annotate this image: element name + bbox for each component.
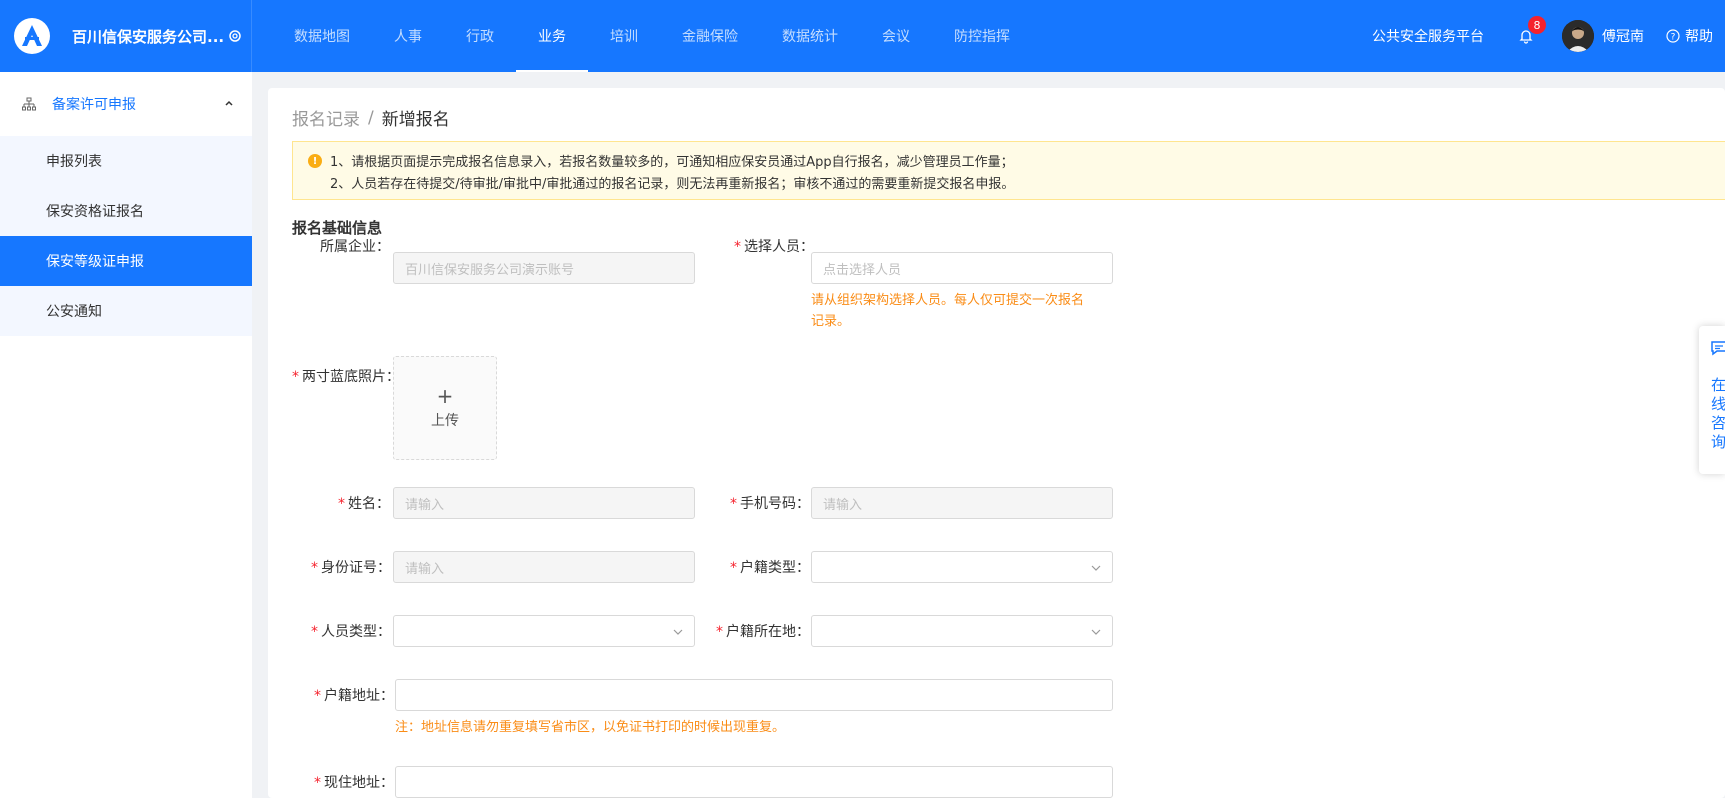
chevron-down-icon	[673, 629, 683, 635]
household-address-input[interactable]	[395, 679, 1113, 711]
person-type-select[interactable]	[393, 615, 695, 647]
nav-item-hr[interactable]: 人事	[372, 0, 444, 72]
upload-label: 上传	[431, 413, 459, 429]
nav-item-data-map[interactable]: 数据地图	[272, 0, 372, 72]
household-address-note: 注：地址信息请勿重复填写省市区，以免证书打印的时候出现重复。	[395, 720, 786, 735]
select-person-hint: 请从组织架构选择人员。每人仅可提交一次报名 记录。	[811, 290, 1115, 332]
help-label: 帮助	[1685, 29, 1713, 45]
person-type-label: * 人员类型：	[311, 621, 391, 641]
chevron-down-icon	[1091, 629, 1101, 635]
main-nav: 数据地图 人事 行政 业务 培训 金融保险 数据统计 会议 防控指挥	[272, 0, 1032, 72]
household-type-select[interactable]	[811, 551, 1113, 583]
required-mark: *	[314, 775, 321, 791]
required-mark: *	[314, 688, 321, 704]
photo-upload-button[interactable]: + 上传	[393, 356, 497, 460]
warning-icon: !	[308, 154, 322, 168]
required-mark: *	[734, 239, 741, 255]
top-bar: 百川信保安服务公司... 数据地图 人事 行政 业务 培训 金融保险 数据统计 …	[0, 0, 1725, 72]
breadcrumb-separator: /	[368, 107, 374, 128]
online-consult-widget[interactable]: 在线咨询	[1699, 326, 1725, 474]
required-mark: *	[730, 560, 737, 576]
avatar[interactable]	[1562, 20, 1594, 52]
sidebar-item-application-list[interactable]: 申报列表	[0, 136, 252, 186]
name-input[interactable]: 请输入	[393, 487, 695, 519]
notification-badge: 8	[1528, 16, 1546, 34]
gear-icon[interactable]	[228, 29, 242, 43]
main-card: 报名记录 / 新增报名 ! 1、请根据页面提示完成报名信息录入，若报名数量较多的…	[268, 88, 1725, 798]
name-label-text: 姓名：	[348, 496, 390, 512]
company-field: 百川信保安服务公司演示账号	[393, 252, 695, 284]
current-address-label: * 现住地址：	[314, 772, 394, 792]
required-mark: *	[311, 560, 318, 576]
svg-text:?: ?	[1671, 33, 1676, 43]
brand-name[interactable]: 百川信保安服务公司...	[72, 26, 224, 47]
notice-alert: ! 1、请根据页面提示完成报名信息录入，若报名数量较多的，可通知相应保安员通过A…	[292, 141, 1725, 200]
chat-icon	[1711, 341, 1725, 356]
phone-input[interactable]: 请输入	[811, 487, 1113, 519]
phone-label-text: 手机号码：	[740, 496, 810, 512]
select-person-hint-line-2: 记录。	[811, 314, 851, 329]
select-person-input[interactable]: 点击选择人员	[811, 252, 1113, 284]
name-label: * 姓名：	[338, 493, 390, 513]
top-right-area: 公共安全服务平台 8 傅冠南 ? 帮助	[1372, 0, 1725, 72]
household-address-label-text: 户籍地址：	[324, 688, 394, 704]
required-mark: *	[716, 624, 723, 640]
household-address-label: * 户籍地址：	[314, 685, 394, 705]
photo-label-text: 两寸蓝底照片：	[302, 369, 400, 385]
question-icon: ?	[1666, 29, 1680, 43]
nav-item-training[interactable]: 培训	[588, 0, 660, 72]
alert-line-1: 1、请根据页面提示完成报名信息录入，若报名数量较多的，可通知相应保安员通过App…	[330, 155, 1014, 170]
photo-label: * 两寸蓝底照片：	[292, 366, 400, 386]
org-tree-icon	[22, 97, 36, 111]
id-number-label-text: 身份证号：	[321, 560, 391, 576]
household-location-select[interactable]	[811, 615, 1113, 647]
sidebar-group-filing[interactable]: 备案许可申报	[0, 72, 252, 136]
household-type-label-text: 户籍类型：	[740, 560, 810, 576]
id-number-label: * 身份证号：	[311, 557, 391, 577]
sidebar-item-level-certificate[interactable]: 保安等级证申报	[0, 236, 252, 286]
sidebar-item-qualification-signup[interactable]: 保安资格证报名	[0, 186, 252, 236]
chevron-down-icon	[1091, 565, 1101, 571]
breadcrumb-parent[interactable]: 报名记录	[292, 105, 360, 130]
plus-icon: +	[436, 384, 454, 408]
sidebar-group-label: 备案许可申报	[52, 97, 136, 113]
household-location-label: * 户籍所在地：	[716, 621, 810, 641]
nav-item-meeting[interactable]: 会议	[860, 0, 932, 72]
notification-bell[interactable]: 8	[1518, 16, 1546, 44]
alert-line-2: 2、人员若存在待提交/待审批/审批中/审批通过的报名记录，则无法再重新报名；审核…	[330, 177, 1015, 192]
select-person-hint-line-1: 请从组织架构选择人员。每人仅可提交一次报名	[811, 293, 1085, 308]
chevron-up-icon	[225, 100, 233, 106]
phone-label: * 手机号码：	[730, 493, 810, 513]
household-location-label-text: 户籍所在地：	[726, 624, 810, 640]
brand: 百川信保安服务公司...	[0, 0, 252, 72]
sidebar-item-police-notice[interactable]: 公安通知	[0, 286, 252, 336]
household-type-label: * 户籍类型：	[730, 557, 810, 577]
sidebar: 备案许可申报 申报列表 保安资格证报名 保安等级证申报 公安通知	[0, 72, 252, 798]
required-mark: *	[311, 624, 318, 640]
breadcrumb-current: 新增报名	[381, 110, 450, 130]
required-mark: *	[730, 496, 737, 512]
brand-logo[interactable]	[14, 18, 50, 54]
platform-link[interactable]: 公共安全服务平台	[1372, 26, 1484, 46]
required-mark: *	[338, 496, 345, 512]
select-person-label-text: 选择人员：	[744, 239, 814, 255]
help-link[interactable]: ? 帮助	[1666, 26, 1713, 46]
company-label: 所属企业：	[320, 239, 390, 255]
nav-item-statistics[interactable]: 数据统计	[760, 0, 860, 72]
current-address-input[interactable]	[395, 766, 1113, 798]
online-consult-label: 在线咨询	[1711, 376, 1725, 451]
select-person-label: * 选择人员：	[734, 236, 814, 256]
nav-item-admin[interactable]: 行政	[444, 0, 516, 72]
id-number-input[interactable]: 请输入	[393, 551, 695, 583]
required-mark: *	[292, 369, 299, 385]
current-address-label-text: 现住地址：	[324, 775, 394, 791]
nav-item-prevention-command[interactable]: 防控指挥	[932, 0, 1032, 72]
person-type-label-text: 人员类型：	[321, 624, 391, 640]
nav-item-business[interactable]: 业务	[516, 0, 588, 72]
nav-item-finance-insurance[interactable]: 金融保险	[660, 0, 760, 72]
username[interactable]: 傅冠南	[1602, 26, 1644, 46]
section-title: 报名基础信息	[292, 219, 383, 237]
breadcrumb: 报名记录 / 新增报名	[292, 105, 450, 131]
